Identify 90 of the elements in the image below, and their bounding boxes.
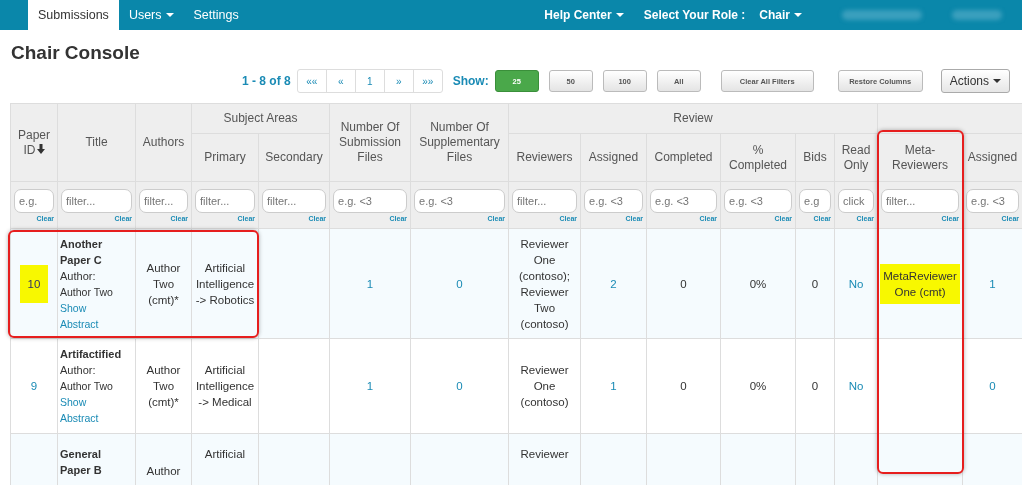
table-cell: Author Two (cmt)* [146,364,181,408]
column-header[interactable]: Title [57,103,136,182]
show-abstract-link[interactable]: Show Abstract [60,394,100,426]
column-header[interactable]: Read Only [834,133,878,182]
paper-id-link[interactable]: 10 [19,264,49,303]
column-header[interactable]: Assigned [962,133,1022,182]
pager-button[interactable]: « [325,70,355,92]
nav-tab[interactable]: Submissions [28,0,119,30]
pager-button[interactable]: »» [412,70,442,92]
table-cell: 0% [749,277,767,290]
column-header[interactable]: Paper ID [10,103,58,182]
assigned-link[interactable]: 1 [610,380,617,392]
pager-button[interactable]: «« [297,70,326,92]
read-only-link[interactable]: No [848,277,864,290]
column-header[interactable]: Authors [135,103,192,182]
paper-title: Another Paper C [60,236,104,268]
pager-button[interactable]: 1 [354,70,384,92]
filter-field[interactable]: e.g. <3 [584,189,643,213]
table-cell: 0 [811,380,819,392]
blurred-block [952,10,1002,20]
file-count-link[interactable]: 0 [456,380,463,392]
filter-field[interactable]: e.g. <3 [650,189,717,213]
paper-title: General Paper B [60,447,103,478]
show-label: Show: [452,74,489,88]
filter-field[interactable]: e.g. [14,189,54,213]
file-count-link[interactable]: 1 [366,277,374,290]
filter-field[interactable]: filter... [139,189,188,213]
pager-button[interactable]: » [383,70,413,92]
column-header[interactable]: Reviewers [508,133,581,182]
table-cell: Reviewer [520,448,569,460]
assigned-link[interactable]: 2 [610,277,617,290]
sort-down-icon [36,143,45,154]
column-group-header: Review [508,103,878,134]
assigned-link[interactable]: 1 [989,277,996,290]
caret-icon [993,79,1002,83]
help-center-menu[interactable]: Help Center [534,0,634,30]
table-cell: Author [146,465,181,477]
actions-button[interactable]: Actions [940,69,1011,93]
file-count-link[interactable]: 0 [456,277,463,290]
filter-field[interactable]: filter... [195,189,255,213]
table-cell: Reviewer One (contoso); Reviewer Two (contoso) [518,237,571,330]
role-label: Select Your Role : [642,7,747,24]
show-abstract-link[interactable]: Show Abstract [60,299,100,332]
paper-title: Artifactified [60,347,123,362]
file-count-link[interactable]: 1 [366,380,374,392]
column-header[interactable]: Meta-Reviewers [877,133,963,182]
filter-field[interactable]: filter... [881,189,960,213]
table-cell: Author Two (cmt)* [146,261,181,306]
filter-field[interactable]: e.g. <3 [414,189,505,213]
role-menu[interactable]: Chair [749,0,812,30]
filter-field[interactable]: click [838,189,875,213]
table-cell: Artificial [204,448,246,460]
column-header[interactable]: Bids [795,133,835,182]
nav-tab[interactable]: Users [118,0,184,30]
author-label: Author: [60,363,97,378]
caret-icon [794,13,802,17]
filter-field[interactable]: filter... [512,189,577,213]
page-title: Chair Console [11,42,141,64]
assigned-link[interactable]: 0 [989,380,996,392]
column-header[interactable]: % Completed [720,133,796,182]
filter-field[interactable]: e.g. <3 [724,189,792,213]
column-group-header: Subject Areas [191,103,330,134]
author-label: Author: [60,268,97,284]
filter-field[interactable]: filter... [61,189,132,213]
table-cell: 0 [680,380,687,392]
table-cell: Artificial Intelligence -> Robotics [195,261,255,306]
table-cell: 0 [680,277,687,290]
page-range: 1 - 8 of 8 [242,74,291,88]
nav-tab[interactable]: Settings [183,0,249,30]
read-only-link[interactable]: No [848,380,864,392]
filter-field[interactable]: filter... [262,189,326,213]
column-header[interactable]: Assigned [580,133,647,182]
column-header[interactable]: Secondary [258,133,330,182]
table-cell: 0 [811,277,819,290]
table-cell: Artificial Intelligence -> Medical [195,364,255,408]
column-header[interactable]: Primary [191,133,259,182]
table-cell: 0% [749,380,767,392]
table-cell: MetaReviewer One (cmt) [880,263,961,304]
author-name: Author Two [60,284,114,300]
caret-icon [165,13,174,17]
paper-id-link[interactable]: 9 [30,380,38,392]
column-header[interactable]: Number Of Supplementary Files [410,103,509,182]
filter-field[interactable]: e.g. <3 [966,189,1020,213]
caret-icon [615,13,624,17]
filter-field[interactable]: e.g. <3 [333,189,407,213]
column-header[interactable]: Completed [646,133,721,182]
author-name: Author Two [60,379,114,394]
column-header[interactable]: Number Of Submission Files [329,103,411,182]
filter-field[interactable]: e.g [799,189,831,213]
table-cell: Reviewer One (contoso) [520,364,569,408]
